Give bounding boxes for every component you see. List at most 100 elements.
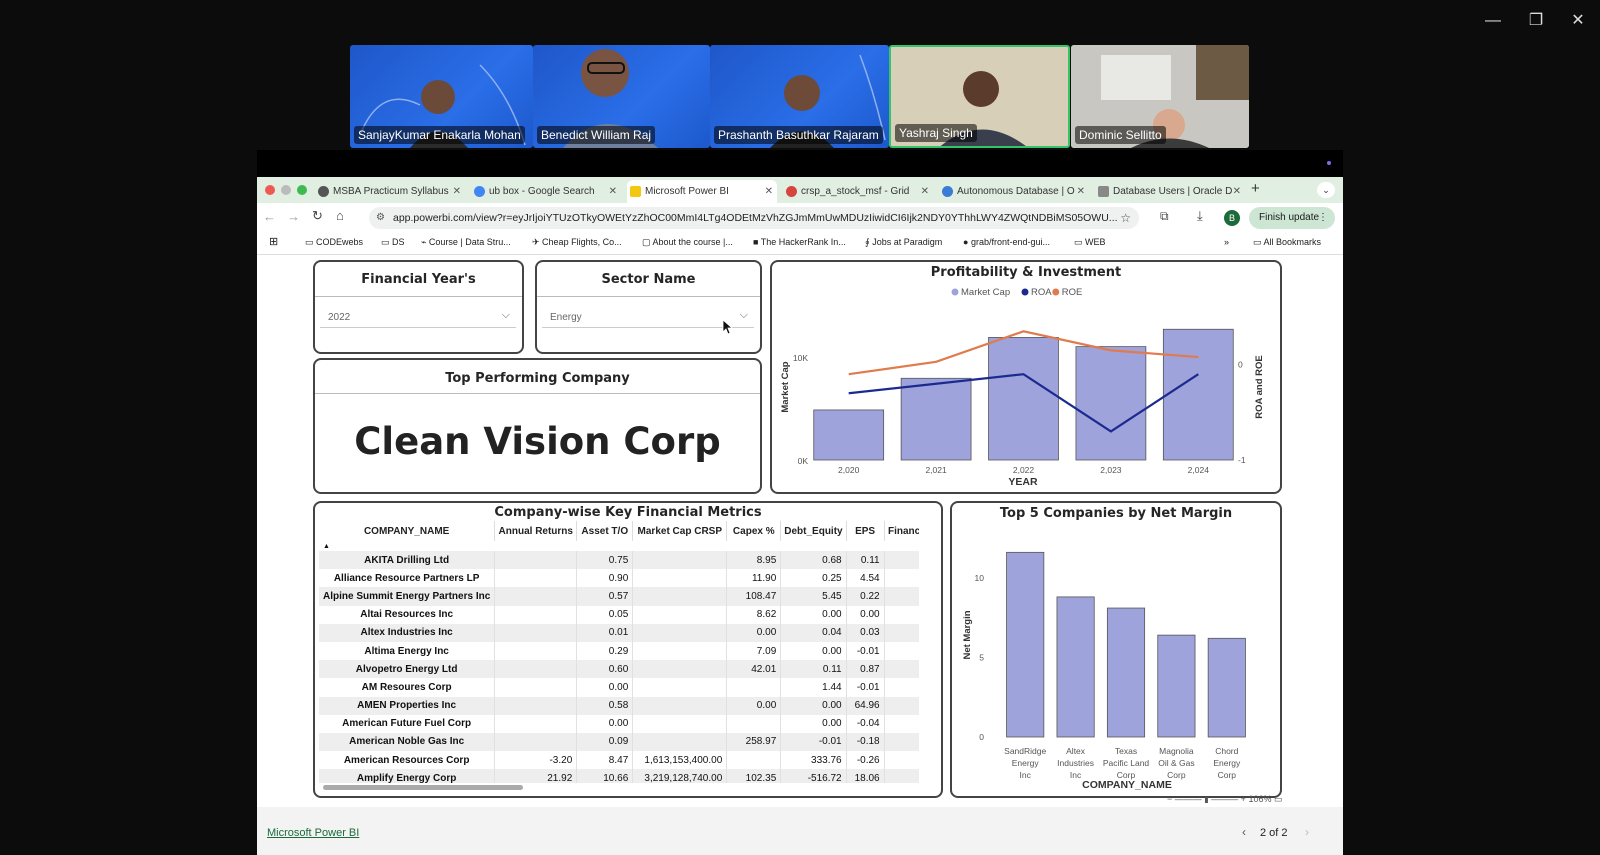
bookmark-hackerrank[interactable]: ■ The HackerRank In... [753,237,846,247]
sort-ascending-icon[interactable]: ▲ [319,541,919,551]
apps-grid-icon[interactable]: ⊞ [269,235,278,248]
finish-update-button[interactable]: Finish update ⋮ [1249,207,1335,229]
table-row[interactable]: Altima Energy Inc 0.29 7.09 0.00 -0.01 [319,641,919,661]
tab-close-icon[interactable]: ✕ [765,180,773,203]
table-row[interactable]: American Resources Corp -3.20 8.47 1,613,15… [319,751,919,770]
participant-tile[interactable]: Benedict William Raj [533,45,710,148]
restore-button[interactable]: ❐ [1525,10,1547,32]
table-row[interactable]: Altex Industries Inc 0.01 0.00 0.04 0.03 [319,623,919,642]
fit-page-icon[interactable]: ▭ [1274,794,1283,804]
table-row[interactable]: Amplify Energy Corp 21.92 10.66 3,219,128,7… [319,769,919,783]
column-header[interactable]: Asset T/O [576,521,634,541]
home-icon[interactable]: ⌂ [336,208,344,223]
table-row[interactable]: American Noble Gas Inc 0.09 258.97 -0.01 -0.… [319,732,919,752]
report-footer: Microsoft Power BI ‹ 2 of 2 › [257,807,1343,855]
url-input[interactable]: ⚙ app.powerbi.com/view?r=eyJrIjoiYTUzOTk… [369,207,1139,229]
company-name-cell: AKITA Drilling Ltd [319,551,496,570]
profile-avatar[interactable]: B [1224,210,1240,226]
back-icon[interactable]: ← [263,209,276,224]
column-header[interactable]: EPS [846,521,885,541]
column-header[interactable]: Capex % [726,521,782,541]
reload-icon[interactable]: ↻ [312,208,323,224]
more-icon[interactable]: ⋮ [1318,207,1328,229]
column-header[interactable]: Debt_Equity [780,521,847,541]
table-row[interactable]: American Future Fuel Corp 0.00 0.00 -0.04 [319,714,919,733]
tab-close-icon[interactable]: ✕ [921,180,929,203]
zoom-dot-icon[interactable] [297,185,307,195]
tab-close-icon[interactable]: ✕ [609,180,617,203]
table-cell [884,587,919,606]
new-tab-icon[interactable]: + [1251,180,1260,197]
legend-label: ROA [1031,287,1052,298]
bookmark-course[interactable]: ⌁ Course | Data Stru... [421,237,511,248]
table-cell [632,551,728,570]
download-icon[interactable]: ⤓ [1197,208,1203,224]
tab-db-users[interactable]: Database Users | Oracle D ✕ [1095,180,1245,203]
tab-autonomous-db[interactable]: Autonomous Database | O ✕ [939,180,1089,203]
forward-icon[interactable]: → [287,209,300,224]
participant-tile[interactable]: Prashanth Basuthkar Rajaram [710,45,889,148]
tab-crsp[interactable]: crsp_a_stock_msf - Grid ✕ [783,180,933,203]
table-cell [632,623,728,642]
more-bookmarks-icon[interactable]: » [1224,237,1229,247]
zoom-control[interactable]: − ——— ▮ ——— + 106% ▭ [1167,794,1283,805]
site-info-icon[interactable]: ⚙ [376,207,385,229]
bookmark-star-icon[interactable]: ☆ [1120,207,1131,229]
close-button[interactable]: ✕ [1567,10,1589,32]
horizontal-scrollbar[interactable] [323,785,523,790]
table-row[interactable]: Alpine Summit Energy Partners Inc 0.57 108… [319,587,919,606]
tab-label: MSBA Practicum Syllabus [333,186,449,197]
bookmark-paradigm[interactable]: ∮ Jobs at Paradigm [865,237,942,248]
y-tick-label: 5 [979,652,984,662]
all-bookmarks[interactable]: ▭ All Bookmarks [1253,237,1321,248]
tab-close-icon[interactable]: ✕ [1233,180,1241,203]
company-name-cell: AMEN Properties Inc [319,696,496,715]
column-header[interactable]: Market Cap CRSP [632,521,728,541]
table-cell: 0.22 [846,587,885,606]
tab-google[interactable]: ub box - Google Search ✕ [471,180,621,203]
bar-market-cap [1075,346,1147,461]
powerbi-link[interactable]: Microsoft Power BI [267,827,359,839]
close-dot-icon[interactable] [265,185,275,195]
bookmark-label: Cheap Flights, Co... [542,237,622,247]
table-row[interactable]: Alliance Resource Partners LP 0.90 11.90 0.… [319,569,919,588]
tab-close-icon[interactable]: ✕ [453,180,461,203]
minimize-dot-icon[interactable] [281,185,291,195]
bookmark-grab[interactable]: ● grab/front-end-gui... [963,237,1050,247]
tab-powerbi[interactable]: Microsoft Power BI ✕ [627,180,777,203]
table-cell [726,714,782,733]
bookmark-about-course[interactable]: ▢ About the course |... [642,237,733,248]
slicer-financial-year: Financial Year's 2022 ⌵ [313,260,524,354]
table-row[interactable]: AKITA Drilling Ltd 0.75 8.95 0.68 0.11 [319,551,919,570]
column-header[interactable]: Financ [884,521,919,541]
year-dropdown[interactable]: 2022 ⌵ [320,306,516,328]
table-row[interactable]: AMEN Properties Inc 0.58 0.00 0.00 64.96 [319,696,919,715]
tab-label: ub box - Google Search [489,186,595,197]
url-text: app.powerbi.com/view?r=eyJrIjoiYTUzOTkyO… [393,212,1118,224]
table-cell: 333.76 [780,751,847,770]
prev-page-icon[interactable]: ‹ [1242,825,1246,839]
minimize-button[interactable]: — [1482,10,1504,32]
net-margin-chart: Net Margin COMPANY_NAME 0 5 10 SandRidge Energ… [962,551,1246,791]
participant-tile[interactable]: Dominic Sellitto [1071,45,1249,148]
table-viewport[interactable]: COMPANY_NAME Annual Returns Asset T/O Marke… [319,521,919,783]
legend-marker-icon [951,288,959,296]
table-row[interactable]: Altai Resources Inc 0.05 8.62 0.00 0.00 [319,605,919,624]
bookmark-codewebs[interactable]: ▭ CODEwebs [305,237,363,248]
participant-tile[interactable]: SanjayKumar Enakarla Mohan [350,45,533,148]
participant-tile-active[interactable]: Yashraj Singh [889,45,1070,148]
table-row[interactable]: AM Resoures Corp 0.00 1.44 -0.01 [319,678,919,697]
column-header[interactable]: COMPANY_NAME [319,521,496,541]
tab-close-icon[interactable]: ✕ [1077,180,1085,203]
bookmark-ds[interactable]: ▭ DS [381,237,405,248]
tab-msba[interactable]: MSBA Practicum Syllabus ✕ [315,180,465,203]
table-cell [494,641,578,661]
bookmark-web[interactable]: ▭ WEB [1074,237,1106,248]
bookmark-cheap-flights[interactable]: ✈ Cheap Flights, Co... [532,237,622,248]
company-name-cell: American Resources Corp [319,751,496,770]
tab-search-icon[interactable]: ⌄ [1317,182,1335,198]
table-row[interactable]: Alvopetro Energy Ltd 0.60 42.01 0.11 0.87 [319,660,919,679]
extensions-icon[interactable]: ⧉ [1160,209,1169,224]
next-page-icon[interactable]: › [1305,825,1309,839]
column-header[interactable]: Annual Returns [494,521,578,541]
